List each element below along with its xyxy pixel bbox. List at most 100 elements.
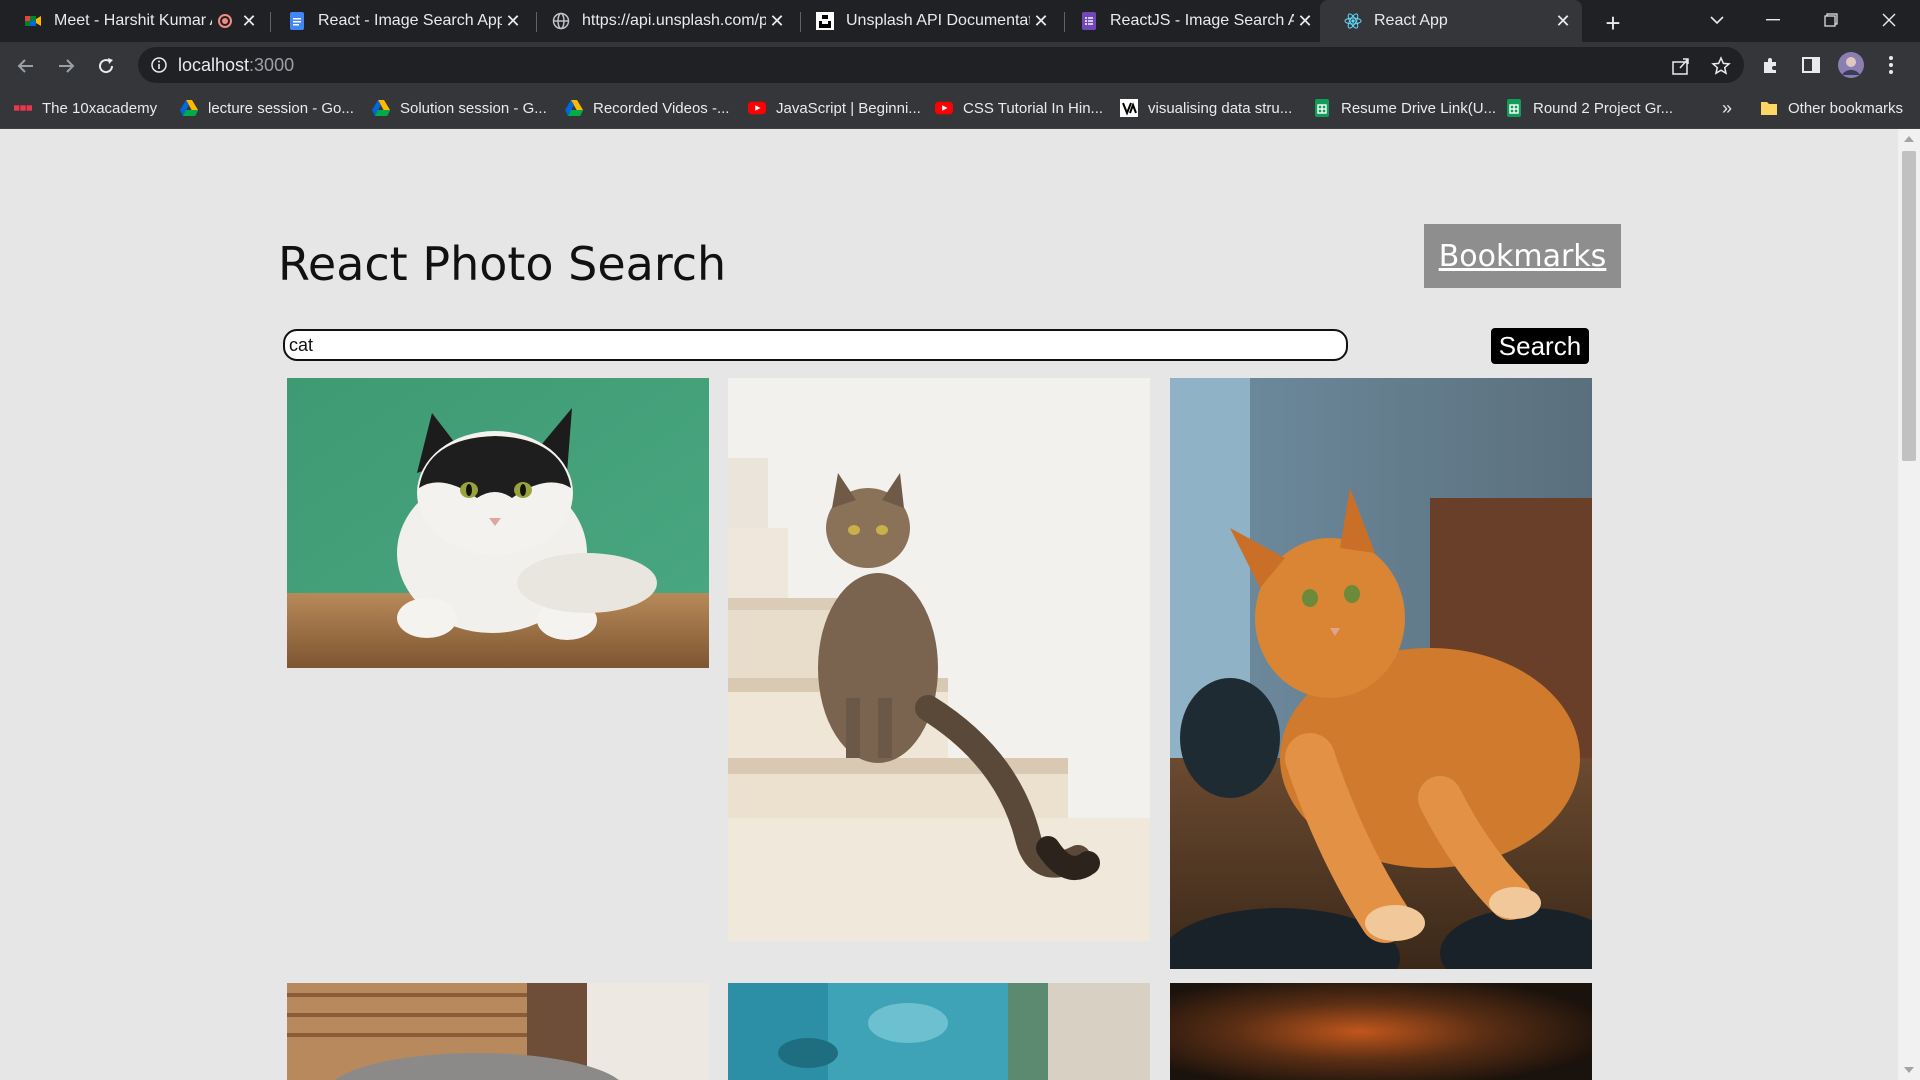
tab-react-app[interactable]: React App ✕ <box>1320 0 1582 42</box>
close-icon[interactable]: ✕ <box>1294 10 1316 32</box>
search-button[interactable]: Search <box>1491 328 1589 364</box>
bookmark-label: JavaScript | Beginni... <box>776 99 921 117</box>
forward-icon[interactable] <box>50 50 82 82</box>
close-window-icon[interactable] <box>1860 0 1918 40</box>
cat-photo-6 <box>1170 983 1592 1080</box>
bookmark-label: The 10xacademy <box>42 99 158 117</box>
address-bar[interactable]: localhost:3000 <box>138 47 1744 83</box>
recording-icon <box>218 14 232 28</box>
search-input[interactable] <box>283 329 1348 361</box>
tab-reactjs-form[interactable]: ReactJS - Image Search App ✕ <box>1056 4 1324 38</box>
side-panel-icon[interactable] <box>1798 52 1824 78</box>
tab-unsplash-api-url[interactable]: https://api.unsplash.com/pl ✕ <box>528 4 796 38</box>
academy-icon <box>14 99 32 117</box>
tab-title: Unsplash API Documentatio <box>846 12 1030 29</box>
photo-card[interactable] <box>287 983 709 1080</box>
google-sheets-icon <box>1505 99 1523 117</box>
star-icon[interactable] <box>1710 55 1732 77</box>
scroll-up-icon[interactable] <box>1904 136 1914 142</box>
tab-search-icon[interactable] <box>1688 0 1746 40</box>
google-sheets-icon <box>1313 99 1331 117</box>
browser-chrome: Meet - Harshit Kumar A ✕ React - Image S… <box>0 0 1920 129</box>
bookmark-label: lecture session - Go... <box>208 99 354 117</box>
menu-icon[interactable] <box>1878 52 1904 78</box>
tab-title: ReactJS - Image Search App <box>1110 12 1294 29</box>
restore-icon[interactable] <box>1802 0 1860 40</box>
bookmark-recorded-videos[interactable]: Recorded Videos -... <box>565 96 729 120</box>
extensions-icon[interactable] <box>1758 52 1784 78</box>
bookmarks-button[interactable]: Bookmarks <box>1424 224 1621 288</box>
tab-unsplash-docs[interactable]: Unsplash API Documentatio ✕ <box>792 4 1060 38</box>
close-icon[interactable]: ✕ <box>1552 10 1574 32</box>
photo-card[interactable] <box>728 983 1150 1080</box>
site-info-icon[interactable] <box>150 56 168 74</box>
unsplash-icon <box>816 12 834 30</box>
photo-card[interactable] <box>287 378 709 668</box>
tab-meet[interactable]: Meet - Harshit Kumar A ✕ <box>0 4 268 38</box>
minimize-icon[interactable] <box>1744 0 1802 40</box>
share-icon[interactable] <box>1670 55 1692 77</box>
google-meet-icon <box>24 12 42 30</box>
back-icon[interactable] <box>10 50 42 82</box>
google-drive-icon <box>180 99 198 117</box>
google-drive-icon <box>372 99 390 117</box>
bookmark-label: Other bookmarks <box>1788 99 1904 117</box>
bookmark-solution-session[interactable]: Solution session - G... <box>372 96 547 120</box>
bookmark-label: Round 2 Project Gr... <box>1533 99 1674 117</box>
google-drive-icon <box>565 99 583 117</box>
url-port: :3000 <box>249 55 295 75</box>
bookmarks-overflow-button[interactable]: » <box>1722 96 1732 120</box>
app-page: React Photo Search Bookmarks Search <box>0 129 1898 1080</box>
browser-toolbar: localhost:3000 <box>0 42 1920 88</box>
bookmark-label: Solution session - G... <box>400 99 547 117</box>
url-text: localhost:3000 <box>178 55 294 76</box>
bookmark-label: Resume Drive Link(U... <box>1341 99 1497 117</box>
folder-icon <box>1760 99 1778 117</box>
tab-react-image-search-doc[interactable]: React - Image Search App - ✕ <box>264 4 532 38</box>
close-icon[interactable]: ✕ <box>766 10 788 32</box>
new-tab-button[interactable]: + <box>1598 8 1628 38</box>
tab-title: React - Image Search App - <box>318 12 502 29</box>
tab-title: Meet - Harshit Kumar A <box>54 12 212 29</box>
scroll-down-icon[interactable] <box>1904 1067 1914 1073</box>
scrollbar-thumb[interactable] <box>1902 151 1916 461</box>
other-bookmarks-folder[interactable]: Other bookmarks <box>1760 96 1903 120</box>
cat-photo-3 <box>1170 378 1592 969</box>
photo-card[interactable] <box>1170 983 1592 1080</box>
bookmark-css-tutorial[interactable]: CSS Tutorial In Hin... <box>935 96 1103 120</box>
cat-photo-1 <box>287 378 709 668</box>
avatar[interactable] <box>1838 52 1864 78</box>
tab-strip: Meet - Harshit Kumar A ✕ React - Image S… <box>0 0 1920 42</box>
url-host: localhost <box>178 55 250 75</box>
close-icon[interactable]: ✕ <box>502 10 524 32</box>
bookmark-label: Recorded Videos -... <box>593 99 730 117</box>
bookmark-resume-drive[interactable]: Resume Drive Link(U... <box>1313 96 1496 120</box>
bookmark-label: visualising data stru... <box>1148 99 1293 117</box>
close-icon[interactable]: ✕ <box>1030 10 1052 32</box>
bookmark-visualgo[interactable]: visualising data stru... <box>1120 96 1292 120</box>
google-forms-icon <box>1080 12 1098 30</box>
react-icon <box>1344 12 1362 30</box>
reload-icon[interactable] <box>90 50 122 82</box>
cat-photo-4 <box>287 983 709 1080</box>
bookmarks-bar: The 10xacademy lecture session - Go... S… <box>0 88 1920 129</box>
tab-title: React App <box>1374 12 1448 29</box>
google-docs-icon <box>288 12 306 30</box>
globe-icon <box>552 12 570 30</box>
youtube-icon <box>935 99 953 117</box>
overflow-chevron-icon: » <box>1722 97 1733 118</box>
page-title: React Photo Search <box>278 237 727 291</box>
bookmark-lecture-session[interactable]: lecture session - Go... <box>180 96 354 120</box>
bookmark-round-2[interactable]: Round 2 Project Gr... <box>1505 96 1673 120</box>
cat-photo-5 <box>728 983 1150 1080</box>
bookmark-10xacademy[interactable]: The 10xacademy <box>14 96 157 120</box>
bookmark-javascript[interactable]: JavaScript | Beginni... <box>748 96 921 120</box>
close-icon[interactable]: ✕ <box>238 10 260 32</box>
photo-card[interactable] <box>1170 378 1592 969</box>
page-scrollbar[interactable] <box>1898 129 1920 1080</box>
tab-title: https://api.unsplash.com/pl <box>582 12 766 29</box>
photo-card[interactable] <box>728 378 1150 941</box>
cat-photo-2 <box>728 378 1150 941</box>
youtube-icon <box>748 99 766 117</box>
bookmark-label: CSS Tutorial In Hin... <box>963 99 1104 117</box>
